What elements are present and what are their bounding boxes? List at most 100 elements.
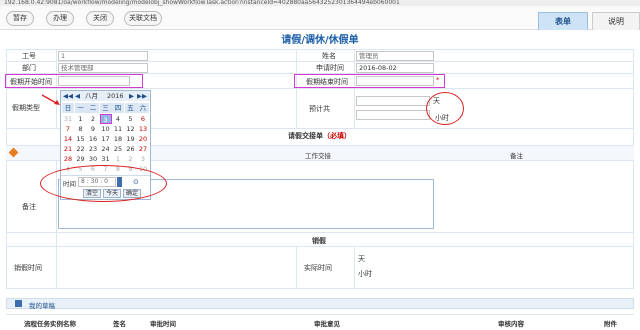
save-draft-button[interactable]: 暂存	[6, 11, 34, 26]
cancel-time-label: 销假时间	[14, 264, 42, 272]
tab-form[interactable]: 表单	[538, 12, 588, 30]
calendar-day[interactable]: 7	[62, 124, 74, 134]
apply-time-label: 申请时间	[316, 64, 344, 72]
handover-title: 请假交接单（必填）	[288, 131, 351, 141]
apply-time-field[interactable]: 2016-08-02	[356, 63, 434, 73]
divider	[6, 88, 634, 89]
divider	[56, 49, 57, 128]
weekday-header: 四	[112, 103, 124, 113]
next-month-icon[interactable]: ▶	[129, 91, 134, 101]
related-docs-button[interactable]: 关联文档	[124, 11, 162, 26]
calendar-day[interactable]: 30	[87, 154, 99, 164]
calendar-day[interactable]: 21	[62, 144, 74, 154]
estimate-hours-field[interactable]	[356, 110, 430, 120]
dept-field[interactable]: 技术管理部	[58, 63, 148, 73]
highlight-units	[426, 92, 464, 125]
divider	[6, 49, 634, 50]
estimate-days-field[interactable]	[356, 96, 430, 106]
col-approval-opinion: 审批意见	[314, 320, 340, 328]
calendar-day[interactable]: 2	[125, 154, 137, 164]
calendar-day[interactable]: 3	[99, 114, 112, 124]
divider	[6, 246, 634, 247]
calendar-day[interactable]: 28	[62, 154, 74, 164]
calendar-day[interactable]: 27	[137, 144, 149, 154]
calendar-day[interactable]: 5	[125, 114, 137, 124]
col-review-content: 审核内容	[498, 320, 524, 328]
start-time-field[interactable]	[58, 76, 130, 86]
estimate-label: 预计共	[309, 105, 330, 113]
divider	[6, 232, 634, 233]
weekday-header: 日	[62, 103, 74, 113]
calendar-day[interactable]: 10	[100, 124, 112, 134]
calendar-day[interactable]: 8	[75, 124, 87, 134]
calendar-day[interactable]: 29	[75, 154, 87, 164]
calendar-day[interactable]: 6	[137, 114, 149, 124]
calendar-day[interactable]: 23	[87, 144, 99, 154]
toolbar: 暂存 办理 关闭 关联文档 表单 说明	[0, 6, 640, 30]
required-marker: *	[436, 76, 440, 84]
job-no-label: 工号	[22, 52, 36, 60]
actual-time-label: 实际时间	[304, 264, 332, 272]
col-attachment: 附件	[604, 320, 617, 328]
divider	[296, 49, 297, 128]
calendar-day[interactable]: 31	[100, 154, 112, 164]
divider	[6, 288, 634, 289]
calendar-day[interactable]: 11	[112, 124, 124, 134]
drafts-section-bar: 我的草稿	[6, 298, 634, 310]
calendar-day[interactable]: 12	[125, 124, 137, 134]
weekday-header: 三	[99, 103, 112, 113]
calendar-day[interactable]: 14	[62, 134, 74, 144]
calendar-day[interactable]: 1	[112, 154, 124, 164]
calendar-day[interactable]: 13	[137, 124, 149, 134]
calendar-day[interactable]: 2	[87, 114, 99, 124]
calendar-day[interactable]: 9	[87, 124, 99, 134]
calendar-day[interactable]: 16	[87, 134, 99, 144]
cancel-leave-title: 销假	[312, 237, 326, 245]
name-label: 姓名	[322, 52, 336, 60]
calendar-day[interactable]: 20	[137, 134, 149, 144]
calendar-day[interactable]: 18	[112, 134, 124, 144]
name-field[interactable]: 管理员	[356, 51, 434, 61]
calendar-day[interactable]: 3	[137, 154, 149, 164]
remark-label: 备注	[22, 203, 36, 211]
required-note: （必填）	[323, 132, 351, 140]
col-work-handover: 工作交接	[305, 152, 331, 160]
next-year-icon[interactable]: ▶▶	[137, 91, 147, 101]
divider	[354, 246, 355, 288]
end-time-field[interactable]	[356, 76, 434, 86]
col-remark: 备注	[510, 152, 523, 160]
dept-label: 部门	[22, 64, 36, 72]
prev-year-icon[interactable]: ◀◀	[63, 91, 73, 101]
calendar-day[interactable]: 15	[75, 134, 87, 144]
tab-description[interactable]: 说明	[592, 12, 640, 30]
prev-month-icon[interactable]: ◀	[75, 91, 80, 101]
calendar-day[interactable]: 19	[125, 134, 137, 144]
calendar-day[interactable]: 31	[62, 114, 74, 124]
divider	[633, 49, 634, 288]
highlight-time-controls	[40, 165, 167, 202]
drafts-section-label: 我的草稿	[29, 302, 55, 310]
calendar-day[interactable]: 1	[75, 114, 87, 124]
divider	[6, 61, 634, 62]
form-title: 请假/调休/休假单	[281, 35, 359, 46]
calendar-day[interactable]: 22	[75, 144, 87, 154]
calendar-day[interactable]: 25	[112, 144, 124, 154]
divider	[6, 314, 634, 315]
weekday-header: 六	[137, 103, 149, 113]
calendar-day[interactable]: 17	[100, 134, 112, 144]
process-button[interactable]: 办理	[46, 11, 74, 26]
divider	[296, 246, 297, 288]
divider	[354, 49, 355, 128]
calendar-day[interactable]: 26	[125, 144, 137, 154]
calendar-day[interactable]: 24	[100, 144, 112, 154]
calendar-year[interactable]: 2016	[107, 91, 124, 101]
job-no-field[interactable]: 1	[58, 51, 148, 61]
calendar-header: ◀◀ ◀ 八月 2016 ▶ ▶▶	[61, 91, 150, 101]
actual-day-unit: 天	[358, 255, 365, 263]
calendar-day[interactable]: 4	[112, 114, 124, 124]
actual-hour-unit: 小时	[358, 270, 372, 278]
leave-type-label: 假期类型	[12, 104, 40, 112]
end-time-label: 假期结束时间	[306, 78, 348, 86]
calendar-month[interactable]: 八月	[85, 91, 98, 101]
close-button[interactable]: 关闭	[86, 11, 114, 26]
